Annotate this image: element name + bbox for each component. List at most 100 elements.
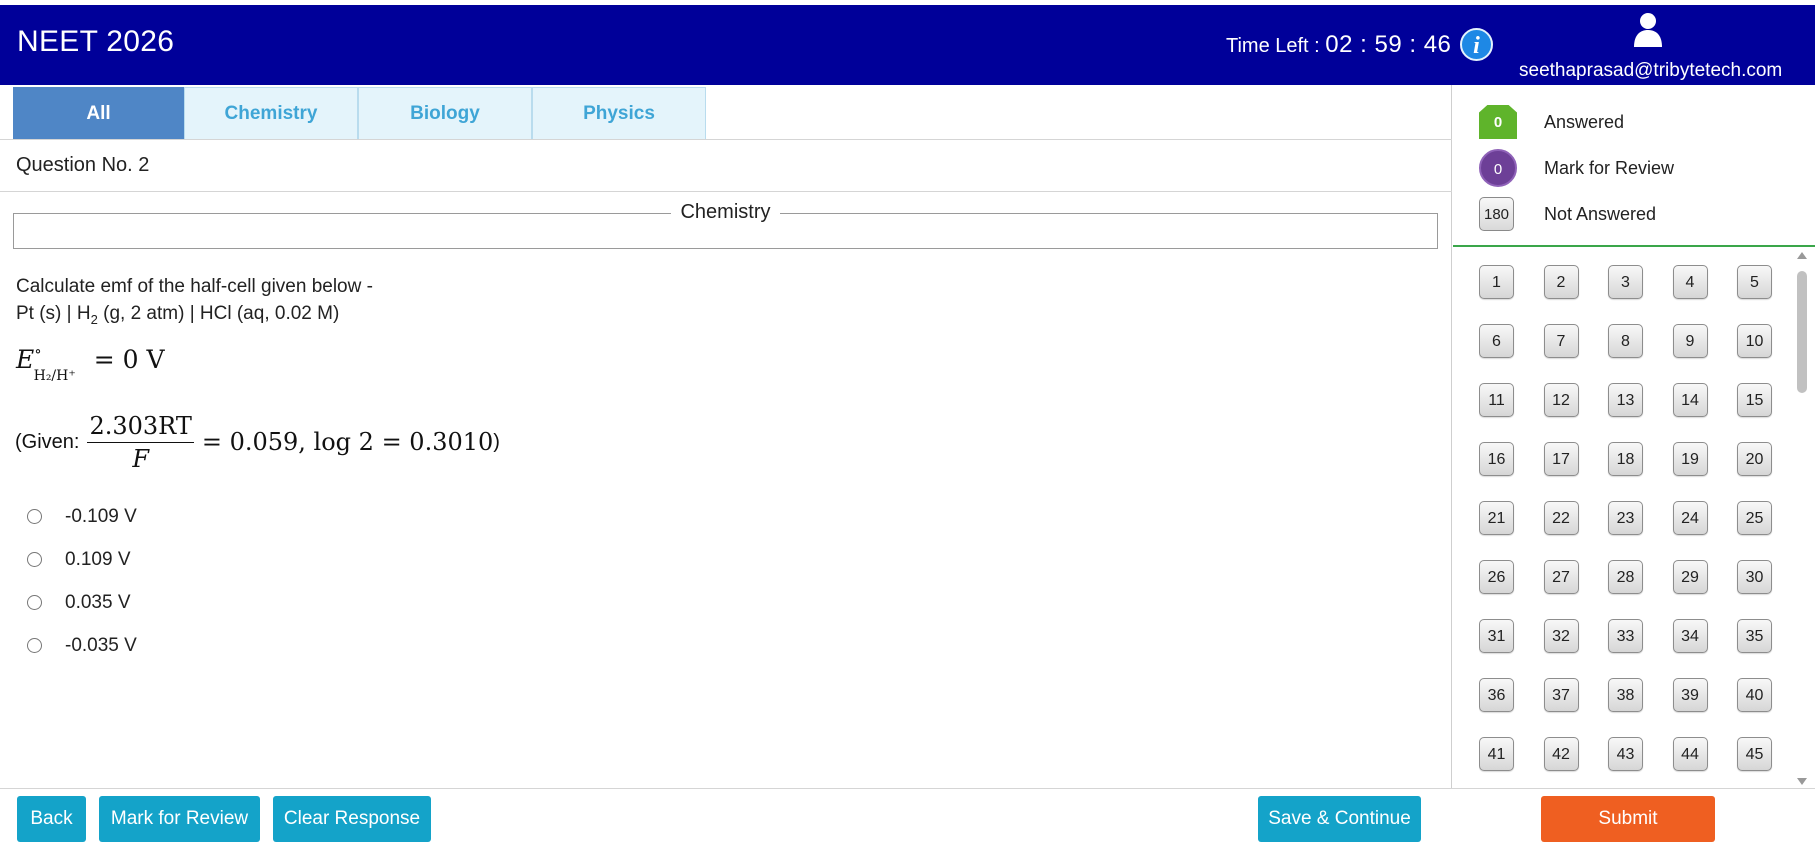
exam-title: NEET 2026 <box>17 25 175 58</box>
back-button[interactable]: Back <box>17 796 86 842</box>
question-palette-button[interactable]: 7 <box>1543 324 1579 358</box>
radio-button[interactable] <box>27 509 42 524</box>
question-palette-button[interactable]: 38 <box>1608 678 1643 712</box>
given-values: = 0.059, log 2 = 0.3010 <box>201 428 494 456</box>
question-palette: 1 2 3 4 5 6 7 8 9 10 11 12 13 14 15 16 17 18 19 20 21 22 23 24 2… <box>1479 265 1779 787</box>
header-bar: NEET 2026 Time Left : 02 : 59 : 46 i see… <box>0 0 1815 85</box>
question-palette-button[interactable]: 17 <box>1543 442 1579 476</box>
palette-scrollbar[interactable] <box>1795 252 1810 785</box>
clear-response-button[interactable]: Clear Response <box>273 796 431 842</box>
question-palette-button[interactable]: 35 <box>1737 619 1772 653</box>
time-left-label: Time Left : <box>1226 35 1320 57</box>
question-palette-button[interactable]: 1 <box>1479 265 1514 299</box>
tab-biology[interactable]: Biology <box>358 87 532 140</box>
question-palette-button[interactable]: 21 <box>1479 501 1514 535</box>
scroll-thumb[interactable] <box>1797 271 1807 393</box>
question-panel: All Chemistry Biology Physics Question N… <box>0 85 1452 788</box>
question-palette-button[interactable]: 28 <box>1608 560 1643 594</box>
question-palette-button[interactable]: 34 <box>1672 619 1708 653</box>
tab-physics[interactable]: Physics <box>532 87 706 140</box>
question-palette-button[interactable]: 44 <box>1672 737 1708 771</box>
save-continue-button[interactable]: Save & Continue <box>1258 796 1421 842</box>
option-3[interactable]: 0.035 V <box>27 581 137 624</box>
question-palette-button[interactable]: 15 <box>1737 383 1772 417</box>
question-palette-button[interactable]: 40 <box>1737 678 1772 712</box>
footer-bar: Back Mark for Review Clear Response Save… <box>0 788 1815 861</box>
question-palette-button[interactable]: 3 <box>1608 265 1643 299</box>
question-palette-button[interactable]: 25 <box>1737 501 1772 535</box>
question-line-2: Pt (s) | H2 (g, 2 atm) | HCl (aq, 0.02 M… <box>16 300 373 333</box>
question-palette-button[interactable]: 30 <box>1737 560 1772 594</box>
option-1[interactable]: -0.109 V <box>27 495 137 538</box>
submit-button[interactable]: Submit <box>1541 796 1715 842</box>
option-label: 0.109 V <box>65 548 131 570</box>
eq1-subscript: H₂/H⁺ <box>33 368 76 384</box>
question-palette-button[interactable]: 29 <box>1672 560 1708 594</box>
question-palette-button[interactable]: 9 <box>1672 324 1708 358</box>
subject-section-box: Chemistry <box>13 201 1438 249</box>
question-palette-button[interactable]: 6 <box>1479 324 1514 358</box>
review-count-badge: 0 <box>1479 149 1517 187</box>
question-palette-button[interactable]: 33 <box>1608 619 1643 653</box>
divider <box>1453 245 1815 247</box>
question-palette-button[interactable]: 20 <box>1737 442 1772 476</box>
radio-button[interactable] <box>27 595 42 610</box>
eq1-rhs: = 0 V <box>93 345 165 374</box>
question-palette-button[interactable]: 2 <box>1543 265 1579 299</box>
fraction-numerator: 2.303RT <box>87 412 194 443</box>
question-palette-button[interactable]: 14 <box>1672 383 1708 417</box>
question-palette-button[interactable]: 12 <box>1543 383 1579 417</box>
standard-potential-equation: E∘ H₂/H⁺ = 0 V <box>16 342 165 384</box>
cell-notation-part-a: Pt (s) | H <box>16 303 91 324</box>
question-palette-button[interactable]: 13 <box>1608 383 1643 417</box>
answered-label: Answered <box>1544 111 1625 132</box>
question-palette-button[interactable]: 31 <box>1479 619 1514 653</box>
tab-chemistry[interactable]: Chemistry <box>184 87 358 140</box>
scroll-down-arrow-icon[interactable] <box>1797 778 1807 785</box>
question-palette-button[interactable]: 23 <box>1608 501 1643 535</box>
not-answered-label: Not Answered <box>1544 203 1657 224</box>
user-icon[interactable] <box>1632 11 1664 47</box>
question-palette-button[interactable]: 41 <box>1479 737 1514 771</box>
radio-button[interactable] <box>27 552 42 567</box>
radio-button[interactable] <box>27 638 42 653</box>
question-palette-button[interactable]: 18 <box>1608 442 1643 476</box>
given-prefix: (Given: <box>15 430 80 453</box>
question-palette-button[interactable]: 11 <box>1479 383 1514 417</box>
question-palette-button[interactable]: 45 <box>1737 737 1772 771</box>
question-palette-button[interactable]: 43 <box>1608 737 1643 771</box>
scroll-up-arrow-icon[interactable] <box>1797 252 1807 259</box>
question-palette-button[interactable]: 5 <box>1737 265 1772 299</box>
given-equation: (Given: 2.303RT F = 0.059, log 2 = 0.301… <box>15 407 500 477</box>
question-palette-button[interactable]: 24 <box>1672 501 1708 535</box>
question-palette-button[interactable]: 19 <box>1672 442 1708 476</box>
palette-grid: 1 2 3 4 5 6 7 8 9 10 11 12 13 14 15 16 17 18 19 20 21 22 23 24 2… <box>1479 265 1779 771</box>
given-suffix: ) <box>493 430 500 453</box>
legend-not-answered: 180 Not Answered <box>1479 194 1656 234</box>
question-palette-button[interactable]: 22 <box>1543 501 1579 535</box>
legend-review: 0 Mark for Review <box>1479 148 1674 188</box>
question-palette-button[interactable]: 37 <box>1543 678 1579 712</box>
time-left-value: 02 : 59 : 46 <box>1325 31 1452 58</box>
question-palette-button[interactable]: 10 <box>1737 324 1772 358</box>
question-palette-button[interactable]: 8 <box>1608 324 1643 358</box>
info-icon[interactable]: i <box>1460 28 1493 61</box>
question-line-1: Calculate emf of the half-cell given bel… <box>16 276 373 297</box>
question-palette-button[interactable]: 32 <box>1543 619 1579 653</box>
question-palette-button[interactable]: 42 <box>1543 737 1579 771</box>
subject-tabs: All Chemistry Biology Physics <box>13 87 706 140</box>
question-text: Calculate emf of the half-cell given bel… <box>16 273 373 333</box>
option-label: -0.035 V <box>65 634 137 656</box>
option-label: -0.109 V <box>65 505 137 527</box>
question-palette-button[interactable]: 39 <box>1672 678 1708 712</box>
mark-for-review-button[interactable]: Mark for Review <box>99 796 260 842</box>
question-palette-button[interactable]: 36 <box>1479 678 1514 712</box>
answer-options: -0.109 V 0.109 V 0.035 V -0.035 V <box>27 495 137 667</box>
question-palette-button[interactable]: 16 <box>1479 442 1514 476</box>
question-palette-button[interactable]: 4 <box>1672 265 1708 299</box>
option-2[interactable]: 0.109 V <box>27 538 137 581</box>
question-palette-button[interactable]: 26 <box>1479 560 1514 594</box>
question-palette-button[interactable]: 27 <box>1543 560 1579 594</box>
tab-all[interactable]: All <box>13 87 184 140</box>
option-4[interactable]: -0.035 V <box>27 624 137 667</box>
